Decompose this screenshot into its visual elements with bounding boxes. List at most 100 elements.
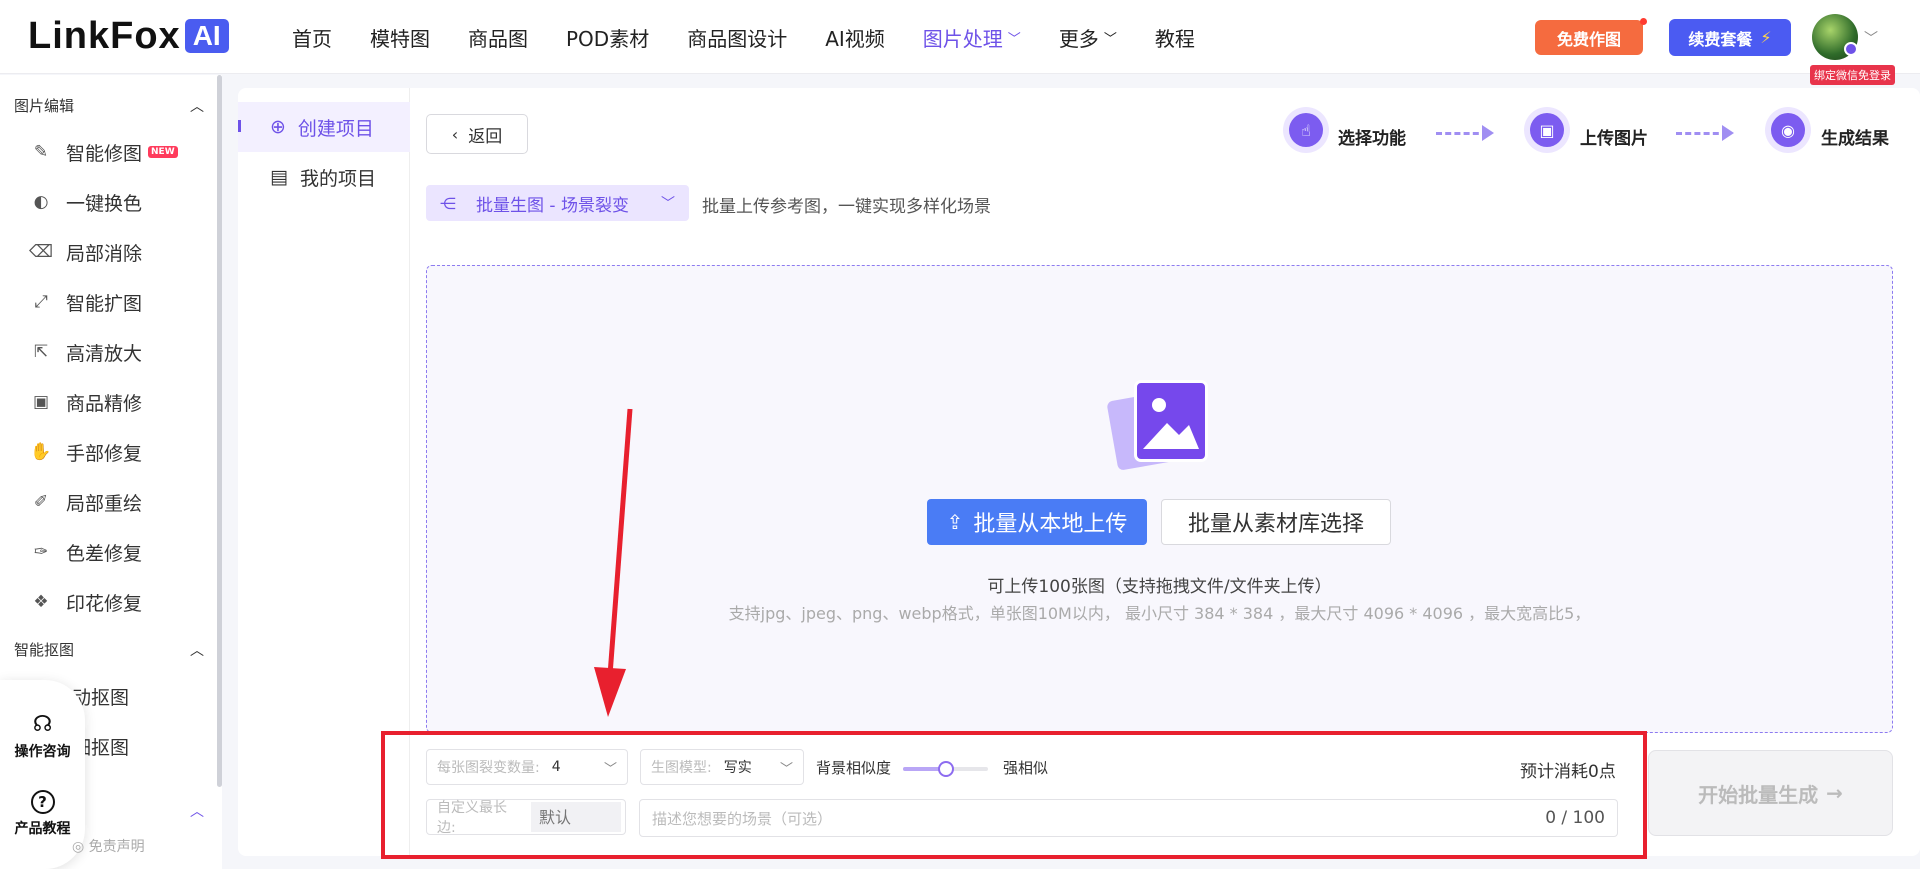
step-select-icon: ☝: [1283, 107, 1329, 153]
nav-item-label: 模特图: [370, 26, 430, 51]
sidebar-item-label: 印花修复: [66, 592, 143, 615]
chevron-up-icon: ︿: [190, 98, 204, 115]
sidebar-item-0-3[interactable]: ⤢ 智能扩图: [30, 287, 142, 317]
nav-item-label: 图片处理: [922, 26, 1003, 51]
upload-local-label: 批量从本地上传: [973, 512, 1128, 537]
active-indicator: [238, 120, 241, 132]
nav-item-6[interactable]: 图片处理 ﹀: [923, 23, 1021, 52]
logo[interactable]: LinkFox AI: [28, 14, 229, 57]
nav-item-0[interactable]: 首页: [292, 23, 332, 52]
sidebar-item-label: 一键换色: [66, 192, 143, 215]
sidebar-item-0-0[interactable]: ✎ 智能修图 NEW: [30, 137, 178, 167]
sidebar-item-0-4[interactable]: ⇱ 高清放大: [30, 337, 142, 367]
mode-description: 批量上传参考图，一键实现多样化场景: [702, 197, 991, 217]
renew-plan-label: 续费套餐: [1688, 29, 1753, 49]
upload-library-label: 批量从素材库选择: [1187, 512, 1364, 537]
chevron-down-icon: ﹀: [1007, 31, 1021, 47]
chevron-down-icon: ﹀: [661, 196, 675, 212]
chevron-down-icon: ﹀: [1103, 31, 1117, 47]
plus-circle-icon: ⊕: [270, 116, 286, 138]
upload-hint: 可上传100张图（支持拖拽文件/文件夹上传）: [987, 577, 1332, 597]
nav-item-8[interactable]: 教程: [1155, 23, 1195, 52]
sidebar-scrollbar[interactable]: [217, 75, 222, 787]
sidebar-section-header[interactable]: 图片编辑 ︿: [14, 95, 204, 116]
product-retouch-icon: ▣: [32, 392, 50, 412]
shield-icon: ◎: [72, 839, 89, 855]
document-icon: ▤: [270, 166, 288, 188]
my-projects-label: 我的项目: [299, 167, 376, 190]
expand-icon: ⤢: [34, 292, 48, 312]
headset-icon: ☊: [32, 712, 53, 737]
top-header: LinkFox AI 首页 模特图 商品图 POD素材 商品图设计 AI视频 图片处理 ﹀ 更多…: [0, 0, 1920, 85]
share-nodes-icon: ⋲: [440, 193, 456, 213]
nav-item-1[interactable]: 模特图: [370, 23, 430, 52]
notification-dot: [1640, 18, 1647, 25]
sidebar-item-0-7[interactable]: ✐ 局部重绘: [30, 487, 142, 517]
mode-select[interactable]: ⋲ 批量生图 - 场景裂变 ﹀: [426, 185, 689, 221]
main-nav: 首页 模特图 商品图 POD素材 商品图设计 AI视频 图片处理 ﹀ 更多 ﹀ 教程: [292, 0, 1233, 74]
nav-item-label: 教程: [1154, 26, 1195, 51]
back-label: 返回: [468, 126, 503, 147]
nav-item-4[interactable]: 商品图设计: [687, 23, 787, 52]
renew-plan-button[interactable]: 续费套餐 ⚡: [1669, 19, 1791, 56]
sidebar-item-0-9[interactable]: ❖ 印花修复: [30, 587, 142, 617]
sidebar-item-label: 手部修复: [66, 442, 143, 465]
back-button[interactable]: ‹ 返回: [426, 114, 528, 154]
my-projects-tab[interactable]: ▤ 我的项目: [238, 152, 410, 202]
sidebar-item-label: 商品精修: [66, 392, 143, 415]
sidebar-section-header[interactable]: 智能抠图 ︿: [14, 639, 204, 660]
create-project-tab[interactable]: ⊕ 创建项目: [238, 102, 410, 152]
upload-dropzone[interactable]: [426, 265, 1893, 733]
nav-item-label: 更多: [1058, 26, 1099, 51]
nav-item-3[interactable]: POD素材: [566, 23, 649, 52]
upload-local-button[interactable]: ⇪ 批量从本地上传: [927, 499, 1147, 545]
arrow-right-icon: →: [1826, 781, 1843, 805]
nav-item-5[interactable]: AI视频: [825, 23, 885, 52]
app-window: LinkFox AI 首页 模特图 商品图 POD素材 商品图设计 AI视频 图片处理 ﹀ 更多…: [0, 0, 1920, 869]
brush-icon: ✐: [33, 492, 49, 512]
sidebar-item-label: 高清放大: [66, 342, 143, 365]
chevron-down-icon[interactable]: ﹀: [1864, 28, 1878, 48]
logo-text: LinkFox: [28, 14, 181, 57]
hand-icon: ✋: [30, 442, 52, 462]
step-result-icon: ◉: [1765, 107, 1811, 153]
chevron-up-icon: ︿: [190, 804, 204, 820]
nav-item-label: 商品图: [468, 26, 528, 51]
consult-button[interactable]: ☊ 操作咨询: [0, 712, 85, 761]
nav-item-label: AI视频: [825, 26, 885, 51]
lightning-icon: ⚡: [1760, 28, 1772, 47]
sidebar-item-label: 局部消除: [66, 242, 143, 265]
sidebar-item-0-6[interactable]: ✋ 手部修复: [30, 437, 142, 467]
help-icon: ?: [30, 790, 55, 814]
pattern-icon: ❖: [33, 592, 49, 612]
step-arrow-1: [1436, 125, 1494, 141]
wand-icon: ✎: [33, 142, 49, 162]
sidebar-item-label: 智能扩图: [66, 292, 143, 315]
sidebar-item-0-2[interactable]: ⌫ 局部消除: [28, 237, 143, 267]
free-drawing-label: 免费作图: [1556, 29, 1621, 49]
sidebar-item-0-8[interactable]: ✑ 色差修复: [30, 537, 142, 567]
create-project-label: 创建项目: [297, 117, 374, 140]
tutorial-button[interactable]: ? 产品教程: [0, 790, 85, 838]
disclaimer-link[interactable]: ◎ 免责声明: [72, 836, 145, 856]
wechat-bind-tag[interactable]: 绑定微信免登录: [1810, 65, 1895, 85]
free-drawing-button[interactable]: 免费作图: [1535, 18, 1647, 55]
step-upload-icon: ▣: [1524, 107, 1570, 153]
annotation-highlight-box: [381, 731, 1647, 859]
step-result-label: 生成结果: [1821, 129, 1889, 149]
sidebar-section-title: 智能抠图: [14, 641, 75, 659]
nav-item-7[interactable]: 更多 ﹀: [1059, 23, 1117, 52]
upload-format-hint: 支持jpg、jpeg、png、webp格式，单张图10M以内， 最小尺寸 384…: [728, 604, 1591, 623]
nav-item-label: 商品图设计: [687, 26, 788, 51]
sidebar-item-label: 色差修复: [66, 542, 143, 565]
sidebar-item-0-5[interactable]: ▣ 商品精修: [30, 387, 142, 417]
sidebar-item-0-1[interactable]: ◐ 一键换色: [30, 187, 142, 217]
start-batch-button[interactable]: 开始批量生成 →: [1648, 750, 1893, 836]
nav-item-2[interactable]: 商品图: [468, 23, 528, 52]
consult-label: 操作咨询: [14, 744, 71, 760]
disclaimer-label: 免责声明: [88, 839, 145, 855]
upload-library-button[interactable]: 批量从素材库选择: [1161, 499, 1391, 545]
eraser-icon: ⌫: [28, 242, 54, 262]
palette-icon: ◐: [33, 192, 49, 212]
chevron-up-icon: ︿: [190, 642, 204, 659]
